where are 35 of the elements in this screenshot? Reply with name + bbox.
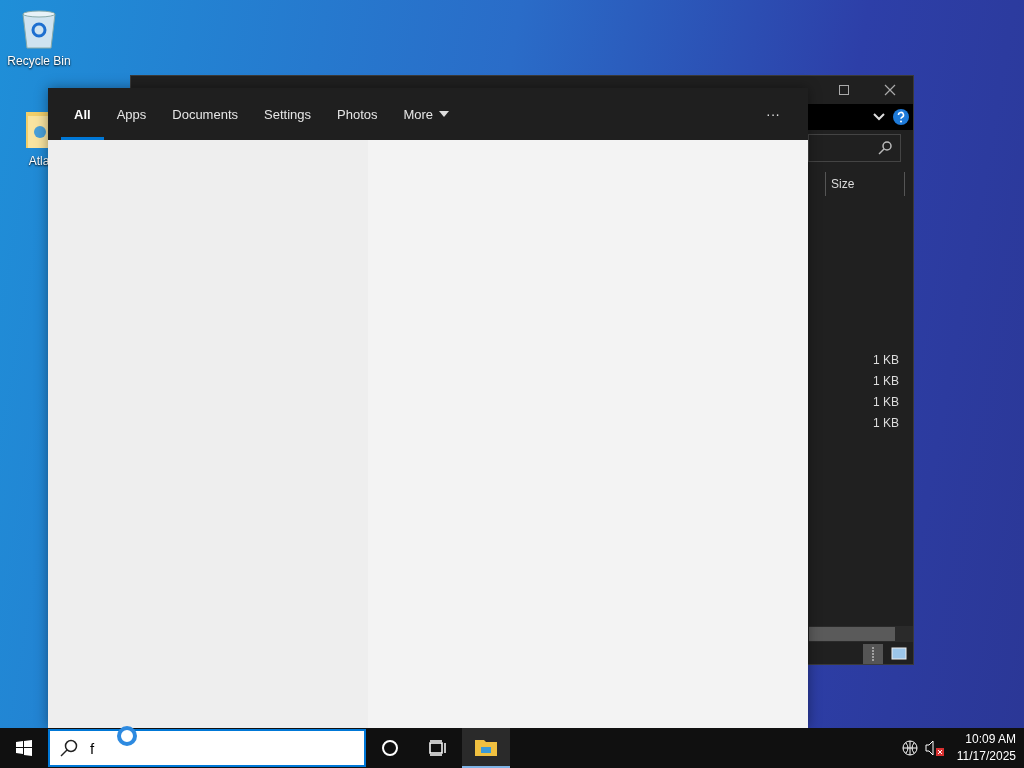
file-size: 1 KB <box>873 394 899 411</box>
search-field[interactable]: f <box>48 729 366 767</box>
filter-tab[interactable]: Documents <box>159 91 251 140</box>
search-input[interactable]: f <box>88 738 292 758</box>
file-explorer-button[interactable] <box>462 728 510 768</box>
maximize-icon[interactable] <box>839 85 849 95</box>
search-icon <box>60 739 78 757</box>
search-icon <box>878 141 892 155</box>
muted-speaker-icon[interactable] <box>924 739 945 757</box>
windows-logo-icon[interactable] <box>16 740 32 756</box>
filter-tab[interactable]: Settings <box>251 91 324 140</box>
more-options-button[interactable]: ··· <box>760 88 786 140</box>
desktop-icon-label[interactable]: Recycle Bin <box>7 54 71 68</box>
filter-tab[interactable]: More <box>390 91 463 140</box>
file-size: 1 KB <box>873 352 899 369</box>
help-icon[interactable] <box>893 109 909 125</box>
column-header[interactable]: Size <box>825 172 905 196</box>
chevron-down-icon[interactable] <box>873 113 885 121</box>
details-view-icon[interactable] <box>863 644 883 664</box>
filter-tab[interactable]: Apps <box>103 91 160 140</box>
folder-icon <box>475 738 497 756</box>
network-globe-icon[interactable] <box>900 739 919 757</box>
horizontal-scrollbar[interactable] <box>809 626 913 642</box>
filter-tab[interactable]: Photos <box>324 91 391 140</box>
caret-icon <box>439 111 450 117</box>
task-view-icon[interactable] <box>429 740 447 756</box>
file-size: 1 KB <box>873 415 899 432</box>
clock-date[interactable]: 11/17/2025 <box>956 748 1016 765</box>
circle-icon[interactable] <box>381 739 399 757</box>
search-field[interactable] <box>808 134 901 162</box>
cortana-ring-icon <box>116 725 138 747</box>
recycle-bin-icon <box>19 8 59 50</box>
close-icon[interactable] <box>884 84 896 96</box>
file-size: 1 KB <box>873 373 899 390</box>
clock-time[interactable]: 10:09 AM <box>965 731 1016 748</box>
